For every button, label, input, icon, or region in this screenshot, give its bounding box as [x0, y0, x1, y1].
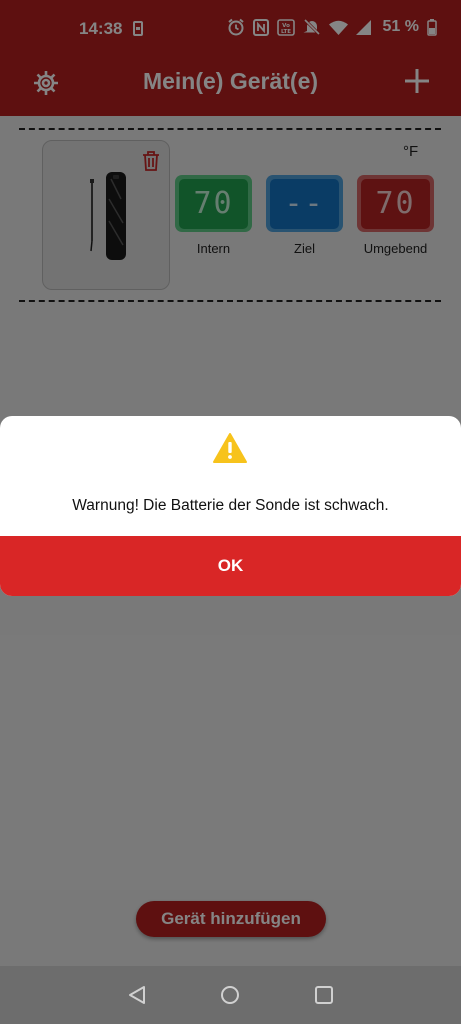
warning-dialog: Warnung! Die Batterie der Sonde ist schw…: [0, 416, 461, 596]
ok-button[interactable]: OK: [0, 536, 461, 596]
navigation-bar: [0, 966, 461, 1024]
back-icon[interactable]: [127, 985, 147, 1005]
warning-icon: [213, 433, 247, 463]
dialog-message: Warnung! Die Batterie der Sonde ist schw…: [72, 497, 389, 514]
home-icon[interactable]: [220, 985, 240, 1005]
recents-icon[interactable]: [314, 985, 334, 1005]
